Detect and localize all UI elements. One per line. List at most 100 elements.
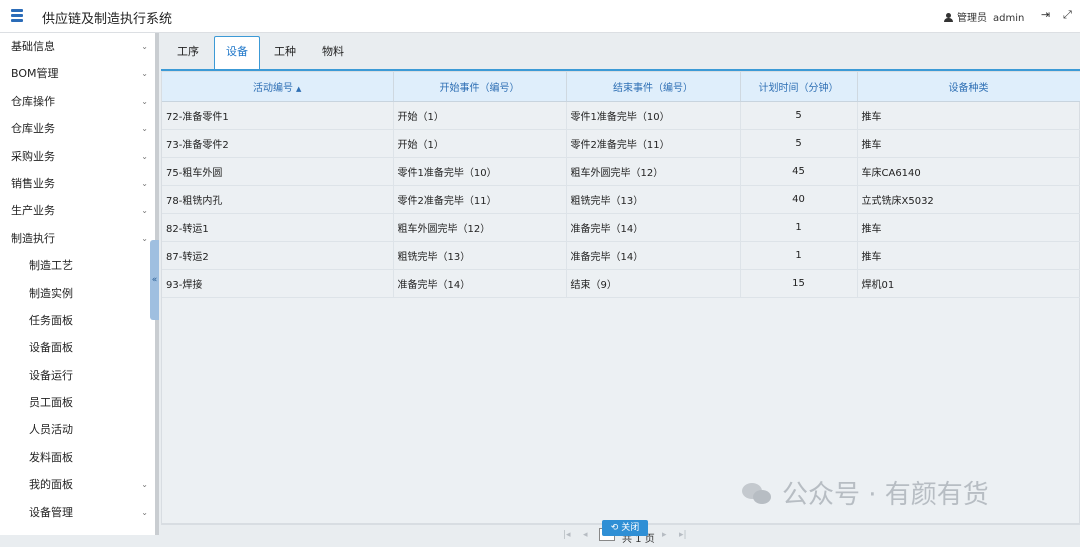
sidebar-item-label: 设备管理 [29,505,73,519]
column-header[interactable]: 开始事件（编号） [393,72,567,102]
tab-bar: 工序 设备 工种 物料 [161,33,1080,71]
close-button[interactable]: ⟲ 关闭 [602,520,648,536]
sidebar-item[interactable]: 仓库操作 ⌄ [0,88,157,115]
table-cell: 40 [740,185,858,214]
table-row[interactable]: 87-转运2 粗铣完毕（13） 准备完毕（14） 1 推车 [162,241,1080,270]
wechat-icon [742,483,772,505]
table-cell: 车床CA6140 [857,157,1080,186]
table-cell: 1 [740,213,858,242]
last-page-button[interactable]: ▸| [679,530,687,540]
sidebar-item-label: 发料面板 [29,450,73,464]
chevron-down-icon: ⌄ [141,507,148,517]
user-icon [944,13,953,22]
top-header: 供应链及制造执行系统 管理员 admin ⇥ ⤢ [0,0,1080,33]
table-cell: 推车 [857,213,1080,242]
table-cell: 准备完毕（14） [393,269,567,298]
next-page-button[interactable]: ▸ [662,530,667,540]
chevron-down-icon: ⌄ [141,206,148,216]
chevron-down-icon: ⌄ [141,96,148,106]
sidebar-item[interactable]: 制造实例 [0,280,157,307]
sidebar-item[interactable]: 设备面板 [0,334,157,361]
table-cell: 准备完毕（14） [566,213,741,242]
sidebar-item-label: 人员活动 [29,423,73,437]
sidebar-item[interactable]: 采购业务 ⌄ [0,143,157,170]
sidebar-item[interactable]: 人员活动 [0,416,157,443]
table-cell: 45 [740,157,858,186]
user-role: 管理员 [957,13,987,24]
column-header[interactable]: 计划时间（分钟） [740,72,858,102]
table-row[interactable]: 73-准备零件2 开始（1） 零件2准备完毕（11） 5 推车 [162,129,1080,158]
sidebar-item[interactable]: 仓库业务 ⌄ [0,115,157,142]
tab-process[interactable]: 工序 [167,37,209,67]
sidebar-item[interactable]: 员工面板 [0,389,157,416]
table-row[interactable]: 75-粗车外圆 零件1准备完毕（10） 粗车外圆完毕（12） 45 车床CA6140 [162,157,1080,186]
watermark-text: 公众号 · 有颜有货 [782,480,989,510]
table-cell: 焊机01 [857,269,1080,298]
sidebar-collapse-handle[interactable]: « [150,240,159,320]
sidebar-item-label: 制造实例 [29,286,73,300]
table-cell: 93-焊接 [162,269,394,298]
tab-material[interactable]: 物料 [312,37,354,67]
sidebar-item-label: 员工面板 [29,396,73,410]
sidebar-item-label: 生产业务 [11,204,55,218]
table-cell: 开始（1） [393,101,567,130]
tab-equipment[interactable]: 设备 [214,36,260,69]
app-title: 供应链及制造执行系统 [42,12,173,27]
chevron-down-icon: ⌄ [141,69,148,79]
chevron-down-icon: ⌄ [141,42,148,51]
table-cell: 72-准备零件1 [162,101,394,130]
sidebar-item[interactable]: 生产业务 ⌄ [0,197,157,224]
sidebar-item[interactable]: 设备运行 [0,362,157,389]
chevron-down-icon: ⌄ [141,233,148,243]
logout-icon[interactable]: ⇥ [1041,9,1050,21]
sidebar-item[interactable]: 基础信息 ⌄ [0,33,157,60]
table-row[interactable]: 72-准备零件1 开始（1） 零件1准备完毕（10） 5 推车 [162,101,1080,130]
user-info[interactable]: 管理员 admin [944,9,1024,24]
table-cell: 零件2准备完毕（11） [566,129,741,158]
sidebar-item-label: 基础信息 [11,40,55,53]
column-header[interactable]: 结束事件（编号） [566,72,741,102]
sidebar-item[interactable]: 制造执行 ⌄ [0,225,157,252]
sidebar-item[interactable]: 发料面板 [0,444,157,471]
table-cell: 粗铣完毕（13） [393,241,567,270]
sidebar-item[interactable]: 制造工艺 [0,252,157,279]
sidebar-item-label: 采购业务 [11,149,55,163]
hamburger-icon[interactable] [11,9,23,23]
table-cell: 开始（1） [393,129,567,158]
sidebar-nav: 基础信息 ⌄ BOM管理 ⌄ 仓库操作 ⌄ 仓库业务 ⌄ 采购业务 ⌄ 销售业务 ⌄ 生产业务 ⌄ 制造执行… [0,33,158,535]
table-cell: 粗车外圆完毕（12） [393,213,567,242]
table-cell: 82-转运1 [162,213,394,242]
table-cell: 75-粗车外圆 [162,157,394,186]
table-cell: 结束（9） [566,269,741,298]
sidebar-item[interactable]: 任务面板 [0,307,157,334]
fullscreen-icon[interactable]: ⤢ [1063,9,1072,21]
sidebar-item[interactable]: 设备管理 ⌄ [0,499,157,526]
sidebar-item-label: 销售业务 [11,176,55,190]
table-cell: 零件1准备完毕（10） [566,101,741,130]
sidebar-item[interactable]: BOM管理 ⌄ [0,60,157,87]
table-cell: 零件2准备完毕（11） [393,185,567,214]
table-row[interactable]: 93-焊接 准备完毕（14） 结束（9） 15 焊机01 [162,269,1080,298]
table-cell: 推车 [857,101,1080,130]
sidebar-item-label: 任务面板 [29,313,73,327]
prev-page-button[interactable]: ◂ [583,530,588,540]
column-header[interactable]: 活动编号 ▲ [162,72,394,102]
table-row[interactable]: 82-转运1 粗车外圆完毕（12） 准备完毕（14） 1 推车 [162,213,1080,242]
sidebar-item-label: 仓库操作 [11,94,55,108]
sidebar-item-label: 仓库业务 [11,122,55,136]
watermark: 公众号 · 有颜有货 [742,474,989,511]
table-row[interactable]: 78-粗铣内孔 零件2准备完毕（11） 粗铣完毕（13） 40 立式铣床X5032 [162,185,1080,214]
data-grid: 活动编号 ▲ 开始事件（编号） 结束事件（编号） 计划时间（分钟） 设备种类 72… [161,71,1080,524]
table-cell: 1 [740,241,858,270]
main-content: 工序 设备 工种 物料 活动编号 ▲ 开始事件（编号） 结束事件（编号） 计划时间… [161,33,1080,545]
tab-work-type[interactable]: 工种 [264,37,306,67]
sidebar-item-label: 制造执行 [11,231,55,245]
table-cell: 准备完毕（14） [566,241,741,270]
table-cell: 78-粗铣内孔 [162,185,394,214]
column-header[interactable]: 设备种类 [857,72,1080,102]
chevron-down-icon: ⌄ [141,480,148,490]
sidebar-item[interactable]: 销售业务 ⌄ [0,170,157,197]
close-button-label: 关闭 [621,523,640,533]
sidebar-item[interactable]: 我的面板 ⌄ [0,471,157,498]
first-page-button[interactable]: |◂ [563,530,571,540]
